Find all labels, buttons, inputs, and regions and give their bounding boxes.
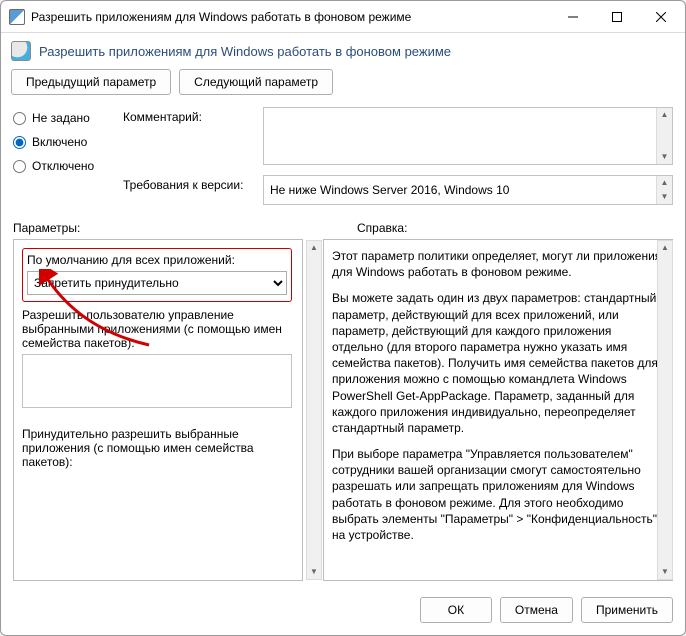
header-text: Разрешить приложениям для Windows работа…: [39, 44, 451, 59]
highlighted-option: По умолчанию для всех приложений: Запрет…: [22, 248, 292, 302]
radio-not-configured[interactable]: Не задано: [13, 111, 123, 125]
comment-field[interactable]: ▲▼: [263, 107, 673, 165]
radio-not-configured-label: Не задано: [32, 111, 90, 125]
requirements-label: Требования к версии:: [123, 175, 253, 192]
nav-row: Предыдущий параметр Следующий параметр: [1, 63, 685, 107]
close-button[interactable]: [639, 2, 683, 32]
policy-icon: [11, 41, 31, 61]
header-row: Разрешить приложениям для Windows работа…: [1, 33, 685, 63]
radio-enabled[interactable]: Включено: [13, 135, 123, 149]
app-icon: [9, 9, 25, 25]
state-radios: Не задано Включено Отключено: [13, 107, 123, 205]
ok-button[interactable]: ОК: [420, 597, 492, 623]
requirements-value: Не ниже Windows Server 2016, Windows 10: [270, 183, 509, 197]
user-choice-label: Разрешить пользователю управление выбран…: [22, 308, 292, 350]
force-allow-label: Принудительно разрешить выбранные прилож…: [22, 427, 292, 469]
options-section-label: Параметры:: [13, 221, 321, 235]
minimize-button[interactable]: [551, 2, 595, 32]
default-for-all-select[interactable]: Запретить принудительно: [27, 271, 287, 295]
default-for-all-label: По умолчанию для всех приложений:: [27, 253, 287, 267]
footer: ОК Отмена Применить: [1, 587, 685, 635]
help-section-label: Справка:: [321, 221, 673, 235]
help-panel: Этот параметр политики определяет, могут…: [323, 239, 673, 581]
scrollbar[interactable]: ▲▼: [656, 108, 672, 164]
scrollbar[interactable]: ▲▼: [657, 240, 673, 580]
prev-setting-button[interactable]: Предыдущий параметр: [11, 69, 171, 95]
apply-button[interactable]: Применить: [581, 597, 673, 623]
requirements-field: Не ниже Windows Server 2016, Windows 10 …: [263, 175, 673, 205]
help-paragraph: Вы можете задать один из двух параметров…: [332, 290, 662, 436]
options-panel: По умолчанию для всех приложений: Запрет…: [13, 239, 303, 581]
cancel-button[interactable]: Отмена: [500, 597, 573, 623]
help-paragraph: При выборе параметра "Управляется пользо…: [332, 446, 662, 543]
user-choice-list[interactable]: [22, 354, 292, 408]
radio-disabled[interactable]: Отключено: [13, 159, 123, 173]
maximize-button[interactable]: [595, 2, 639, 32]
next-setting-button[interactable]: Следующий параметр: [179, 69, 333, 95]
titlebar: Разрешить приложениям для Windows работа…: [1, 1, 685, 33]
comment-label: Комментарий:: [123, 107, 253, 124]
radio-disabled-label: Отключено: [32, 159, 94, 173]
scrollbar[interactable]: ▲▼: [656, 176, 672, 204]
help-paragraph: Этот параметр политики определяет, могут…: [332, 248, 662, 280]
scrollbar[interactable]: ▲▼: [306, 240, 322, 580]
radio-enabled-label: Включено: [32, 135, 87, 149]
window-title: Разрешить приложениям для Windows работа…: [31, 10, 551, 24]
